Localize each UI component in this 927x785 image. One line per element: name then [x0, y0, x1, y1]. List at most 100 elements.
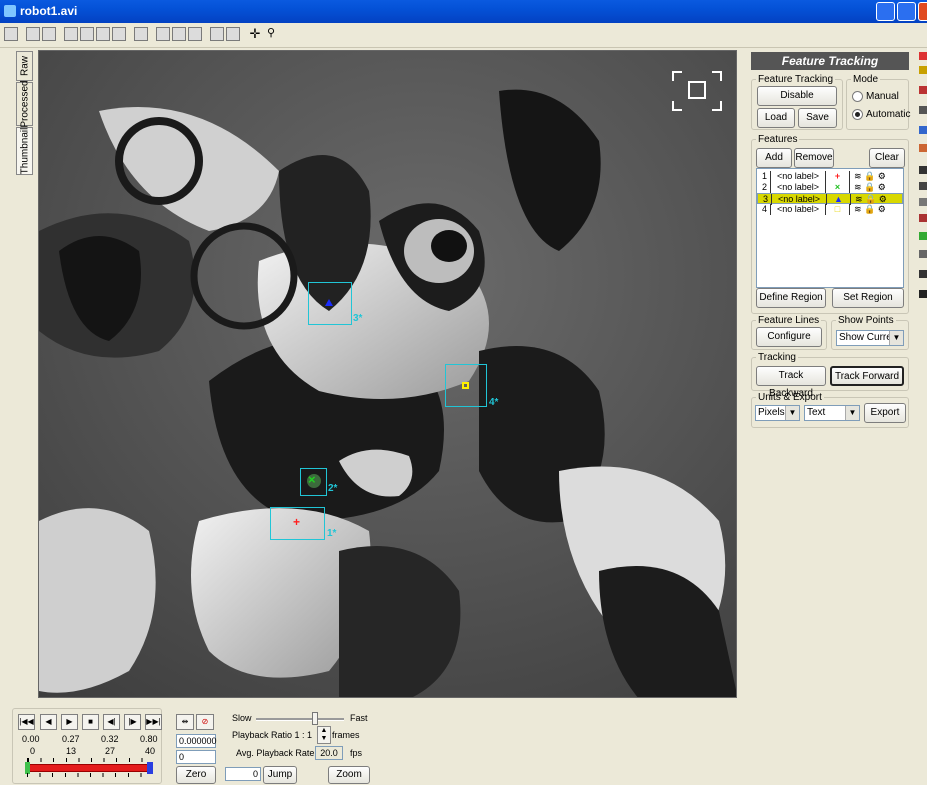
toolbar-button-7[interactable] [112, 27, 126, 41]
toolbar-button-5[interactable] [80, 27, 94, 41]
units-select[interactable]: Pixels ▼ [755, 405, 800, 421]
chevron-down-icon: ▼ [889, 331, 903, 345]
palette-icon[interactable] [919, 52, 927, 60]
toolbar-button-11[interactable] [188, 27, 202, 41]
feature-row-icons[interactable]: ≋ 🔒 ⚙ [850, 171, 902, 182]
play-icon[interactable]: ▶ [61, 714, 78, 730]
feature-row-4[interactable]: 4 <no label> □ ≋ 🔒 ⚙ [757, 204, 903, 215]
set-region-button[interactable]: Set Region [832, 288, 904, 308]
jump-field[interactable]: 0 [225, 767, 261, 781]
show-points-select[interactable]: Show Curren ▼ [836, 330, 904, 346]
toolbar-button-13[interactable] [226, 27, 240, 41]
toolbar-button-3[interactable] [42, 27, 56, 41]
target-icon[interactable] [919, 214, 927, 222]
zoom-button[interactable]: Zoom [328, 766, 370, 784]
feature-row-icons[interactable]: ≋ 🔒 ⚙ [850, 182, 902, 193]
feature-label-3: 3* [353, 313, 363, 324]
feature-row-1[interactable]: 1 <no label> + ≋ 🔒 ⚙ [757, 171, 903, 182]
add-button[interactable]: Add [756, 148, 792, 168]
layers-icon[interactable] [919, 250, 927, 258]
grid-icon[interactable] [919, 106, 927, 114]
configure-button[interactable]: Configure [756, 327, 822, 347]
frame-field[interactable]: 0 [176, 750, 216, 764]
load-button[interactable]: Load [757, 108, 795, 128]
step-back-icon[interactable]: ◀ [40, 714, 57, 730]
automatic-radio[interactable] [852, 109, 863, 120]
track-backward-button[interactable]: Track Backward [756, 366, 826, 399]
toolbar-button-9[interactable] [156, 27, 170, 41]
maximize-button[interactable] [897, 2, 916, 21]
magnet-icon[interactable] [919, 86, 927, 94]
toolbar-button-4[interactable] [64, 27, 78, 41]
tab-raw[interactable]: Raw [16, 51, 33, 81]
feature-row-3[interactable]: 3 <no label> ▲ ≋ 🔒 ⚙ [757, 193, 903, 205]
toolbar-button-2[interactable] [26, 27, 40, 41]
define-region-button[interactable]: Define Region [756, 288, 826, 308]
chevron-down-icon: ▼ [845, 406, 859, 420]
timeline-range-bar[interactable] [27, 764, 153, 772]
clear-button[interactable]: Clear [869, 148, 905, 168]
timeline-ticks-bottom [27, 773, 153, 777]
toolbar-button-12[interactable] [210, 27, 224, 41]
feature-row-2[interactable]: 2 <no label> × ≋ 🔒 ⚙ [757, 182, 903, 193]
remove-button[interactable]: Remove [794, 148, 834, 168]
crosshair-icon[interactable]: ✛ [248, 27, 262, 41]
toolbar-button-10[interactable] [172, 27, 186, 41]
format-select[interactable]: Text ▼ [804, 405, 860, 421]
magnifier-icon[interactable]: ⚲ [264, 27, 278, 41]
jump-button[interactable]: Jump [263, 766, 297, 784]
feature-box-1[interactable]: + [270, 507, 325, 540]
frame-back-icon[interactable]: ◀| [103, 714, 120, 730]
export-button[interactable]: Export [864, 403, 906, 423]
tab-processed[interactable]: Processed [16, 80, 33, 128]
skip-end-icon[interactable]: ▶▶| [145, 714, 162, 730]
time-tick-2: 0.32 [101, 734, 119, 744]
manual-label: Manual [866, 91, 899, 102]
record-icon[interactable] [919, 270, 927, 278]
skip-start-icon[interactable]: |◀◀ [18, 714, 35, 730]
frame-forward-icon[interactable]: |▶ [124, 714, 141, 730]
number-icon[interactable] [919, 182, 927, 190]
disable-button[interactable]: Disable [757, 86, 837, 106]
feature-box-3[interactable] [308, 282, 352, 325]
tool-icon[interactable] [919, 66, 927, 74]
track-forward-button[interactable]: Track Forward [830, 366, 904, 386]
speed-slider-thumb[interactable] [311, 712, 318, 725]
panel-title: Feature Tracking [751, 52, 909, 70]
chart-icon[interactable] [919, 126, 927, 134]
stop-icon[interactable]: ■ [82, 714, 99, 730]
time-field[interactable]: 0.000000 [176, 734, 217, 748]
feature-box-2[interactable]: × [300, 468, 327, 496]
time-tick-3: 0.80 [140, 734, 158, 744]
ratio-spinner[interactable]: ▲ ▼ [317, 726, 331, 744]
brush-icon[interactable] [919, 144, 927, 152]
features-list[interactable]: 1 <no label> + ≋ 🔒 ⚙ 2 <no label> × ≋ 🔒 … [756, 168, 904, 288]
loop-icon[interactable]: ⇹ [176, 714, 194, 730]
speed-slider-track[interactable] [256, 718, 344, 721]
save-disk-icon[interactable] [919, 290, 927, 298]
toolbar: ✛ ⚲ [0, 23, 927, 48]
feature-row-marker: × [826, 182, 850, 193]
points-icon[interactable] [919, 232, 927, 240]
manual-radio[interactable] [852, 91, 863, 102]
toolbar-button-1[interactable] [4, 27, 18, 41]
feature-row-icons[interactable]: ≋ 🔒 ⚙ [850, 204, 902, 215]
close-button[interactable] [918, 2, 927, 21]
chevron-down-icon: ▼ [785, 406, 799, 420]
feature-row-label: <no label> [771, 182, 826, 193]
save-button[interactable]: Save [798, 108, 837, 128]
minimize-button[interactable] [876, 2, 895, 21]
title-bar: robot1.avi [0, 0, 927, 23]
no-loop-icon[interactable]: ⊘ [196, 714, 214, 730]
text-icon[interactable] [919, 166, 927, 174]
tab-thumbnail[interactable]: Thumbnail [16, 127, 33, 175]
zero-button[interactable]: Zero [176, 766, 216, 784]
feature-label-1: 1* [327, 528, 337, 539]
feature-row-label: <no label> [771, 171, 826, 182]
feature-row-number: 2 [759, 182, 771, 193]
feature-box-4[interactable] [445, 364, 487, 407]
toolbar-button-6[interactable] [96, 27, 110, 41]
video-frame[interactable]: 3* 4* × 2* + 1* [38, 50, 737, 698]
curve-icon[interactable] [919, 198, 927, 206]
toolbar-button-8[interactable] [134, 27, 148, 41]
